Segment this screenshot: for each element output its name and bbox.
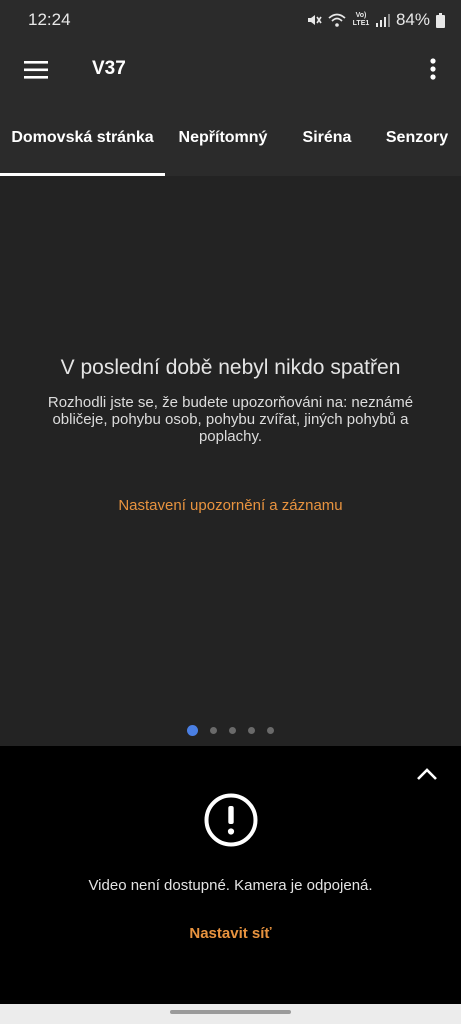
menu-button[interactable] — [20, 56, 52, 84]
page-dot[interactable] — [187, 725, 198, 736]
more-vert-icon — [430, 58, 436, 80]
empty-state-description: Rozhodli jste se, že budete upozorňováni… — [47, 394, 414, 445]
menu-icon — [24, 61, 48, 79]
status-icons: Vo) LTE1 84% — [306, 10, 445, 30]
page-dot[interactable] — [229, 727, 236, 734]
tab-label: Senzory — [385, 129, 449, 146]
app-bar: V37 — [0, 40, 461, 100]
tab-bar: Domovská stránka Nepřítomný Siréna Senzo… — [0, 100, 461, 176]
tab-siren[interactable]: Siréna — [281, 100, 373, 176]
status-bar: 12:24 Vo) LTE1 84% — [0, 0, 461, 40]
setup-network-link[interactable]: Nastavit síť — [0, 925, 461, 942]
signal-icon — [375, 14, 390, 27]
battery-icon — [436, 12, 445, 28]
tab-label: Nepřítomný — [178, 129, 268, 146]
page-dot[interactable] — [248, 727, 255, 734]
volte-label: Vo) LTE1 — [352, 12, 370, 27]
battery-percent: 84% — [395, 10, 430, 29]
notification-settings-link[interactable]: Nastavení upozornění a záznamu — [0, 497, 461, 514]
tab-home[interactable]: Domovská stránka — [0, 100, 165, 176]
home-gesture-pill[interactable] — [170, 1010, 291, 1014]
mute-icon — [307, 15, 322, 25]
tab-label: Domovská stránka — [11, 129, 154, 146]
app-title: V37 — [92, 58, 126, 79]
tab-label: Siréna — [302, 129, 352, 146]
video-unavailable-message: Video není dostupné. Kamera je odpojená. — [88, 877, 373, 894]
wifi-icon — [328, 13, 346, 27]
collapse-button[interactable] — [415, 764, 439, 784]
tab-sensors[interactable]: Senzory — [373, 100, 461, 176]
alert-circle-icon — [204, 793, 258, 847]
chevron-up-icon — [417, 768, 437, 780]
tab-away[interactable]: Nepřítomný — [165, 100, 281, 176]
more-options-button[interactable] — [427, 54, 439, 86]
page-dot[interactable] — [210, 727, 217, 734]
video-panel: Video není dostupné. Kamera je odpojená.… — [0, 746, 461, 1004]
activity-panel: V poslední době nebyl nikdo spatřen Rozh… — [0, 176, 461, 746]
empty-state-title: V poslední době nebyl nikdo spatřen — [60, 356, 401, 379]
system-nav-bar — [0, 1004, 461, 1024]
page-indicator — [0, 725, 461, 736]
status-time: 12:24 — [28, 10, 71, 29]
page-dot[interactable] — [267, 727, 274, 734]
